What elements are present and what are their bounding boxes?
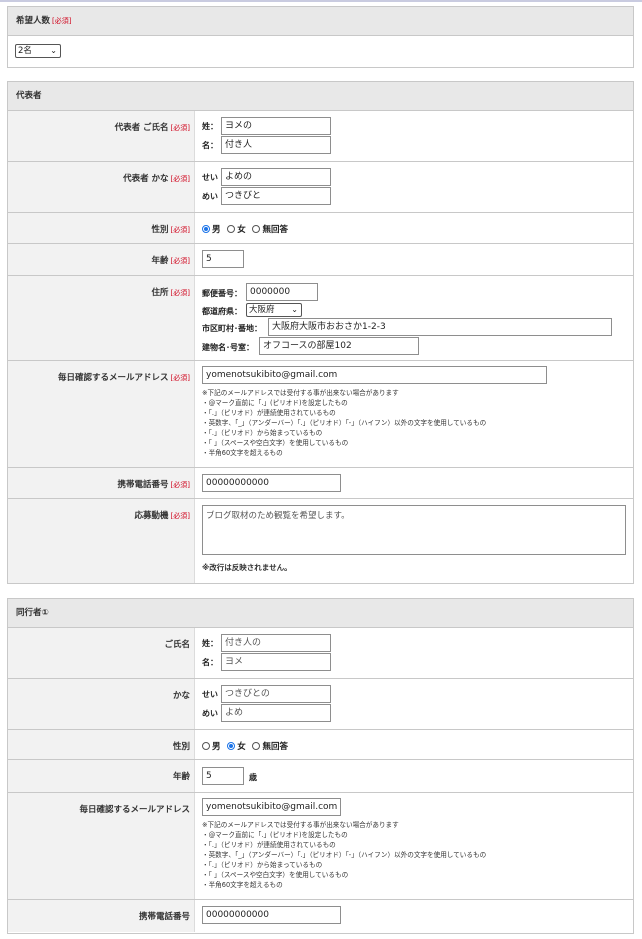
comp-age-label: 年齢 [8,760,195,792]
rep-gender-female-label: 女 [237,225,246,235]
companion-header: 同行者① [8,599,633,628]
rep-gender-none-radio[interactable] [252,225,261,233]
comp-kana-label: かな [8,679,195,729]
rep-motive-row: 応募動機 [必須] ブログ取材のため観覧を希望します。 ※改行は反映されません。 [8,499,633,583]
rep-age-row: 年齢 [必須] 5 [8,244,633,276]
rep-gender-radio-group: 男 女 無回答 [202,223,292,235]
rep-gender-row: 性別 [必須] 男 女 無回答 [8,213,633,244]
rep-gender-male-radio[interactable] [202,225,210,233]
rep-mei-input[interactable]: 付き人 [221,136,331,154]
comp-mei-label: 名： [202,658,218,667]
rep-motive-label: 応募動機 [必須] [8,499,195,583]
rep-phone-input[interactable]: 00000000000 [202,474,341,492]
comp-age-unit: 歳 [249,773,257,782]
guest-count-section: 希望人数 [必須] 2名 ⌄ [7,6,634,68]
rep-sei-input[interactable]: ヨメの [221,117,331,135]
rep-address-label: 住所 [必須] [8,276,195,360]
comp-kana-sei-label: せい [202,690,218,699]
comp-mei-input[interactable]: ヨメ [221,653,331,671]
zip-label: 郵便番号： [202,289,242,298]
rep-mei-label: 名： [202,141,218,150]
rep-email-row: 毎日確認するメールアドレス [必須] yomenotsukibito@gmail.… [8,361,633,468]
city-label: 市区町村･番地： [202,324,262,333]
top-border [0,0,642,2]
motive-textarea[interactable]: ブログ取材のため観覧を希望します。 [202,505,626,555]
comp-age-input[interactable]: 5 [202,767,244,785]
rep-kana-sei-label: せい [202,173,218,182]
comp-email-input[interactable]: yomenotsukibito@gmail.com [202,798,341,816]
comp-gender-female-radio[interactable] [227,742,236,750]
rep-gender-female-radio[interactable] [227,225,236,233]
comp-gender-label: 性別 [8,730,195,759]
representative-header: 代表者 [8,82,633,111]
comp-phone-label: 携帯電話番号 [8,900,195,932]
rep-phone-label: 携帯電話番号 [必須] [8,468,195,498]
comp-phone-input[interactable]: 00000000000 [202,906,341,924]
rep-kana-mei-label: めい [202,192,218,201]
comp-kana-mei-label: めい [202,709,218,718]
rep-age-input[interactable]: 5 [202,250,244,268]
rep-sei-label: 姓： [202,122,218,131]
comp-gender-none-label: 無回答 [262,742,288,752]
comp-gender-radio-group: 男 女 無回答 [202,740,292,752]
comp-email-notes: ※下記のメールアドレスでは受付する事が出来ない場合があります ・@マーク直前に「… [202,821,487,889]
guest-count-title: 希望人数 [16,16,51,26]
zip-input[interactable]: 0000000 [246,283,318,301]
rep-kana-mei-input[interactable]: つきびと [221,187,331,205]
comp-kana-sei-input[interactable]: つきびとの [221,685,331,703]
building-input[interactable]: オフコースの部屋102 [259,337,419,355]
comp-phone-row: 携帯電話番号 00000000000 [8,900,633,932]
building-label: 建物名･号室： [202,343,254,352]
prefecture-value: 大阪府 [249,305,275,315]
rep-age-label: 年齢 [必須] [8,244,195,275]
comp-name-row: ご氏名 姓： 付き人の 名： ヨメ [8,628,633,679]
city-input[interactable]: 大阪府大阪市おおさか1-2-3 [268,318,612,336]
rep-phone-row: 携帯電話番号 [必須] 00000000000 [8,468,633,499]
rep-email-notes: ※下記のメールアドレスでは受付する事が出来ない場合があります ・@マーク直前に「… [202,389,487,457]
comp-gender-female-label: 女 [237,742,246,752]
chevron-down-icon: ⌄ [50,46,57,55]
guest-count-select[interactable]: 2名 ⌄ [15,44,61,58]
comp-email-label: 毎日確認するメールアドレス [8,793,195,899]
rep-name-label: 代表者 ご氏名 [必須] [8,111,195,161]
required-badge: [必須] [52,17,72,25]
comp-kana-row: かな せい つきびとの めい よめ [8,679,633,730]
comp-gender-male-label: 男 [212,742,221,752]
rep-name-row: 代表者 ご氏名 [必須] 姓： ヨメの 名： 付き人 [8,111,633,162]
rep-gender-label: 性別 [必須] [8,213,195,243]
prefecture-select[interactable]: 大阪府 ⌄ [246,303,302,317]
comp-kana-mei-input[interactable]: よめ [221,704,331,722]
comp-name-label: ご氏名 [8,628,195,678]
companion-section: 同行者① ご氏名 姓： 付き人の 名： ヨメ かな せい つきびとの めい よめ… [7,598,634,934]
prefecture-label: 都道府県： [202,307,242,316]
rep-address-row: 住所 [必須] 郵便番号： 0000000 都道府県： 大阪府 ⌄ 市区町村･番地：… [8,276,633,361]
rep-kana-row: 代表者 かな [必須] せい よめの めい つきびと [8,162,633,213]
rep-email-input[interactable]: yomenotsukibito@gmail.com [202,366,547,384]
rep-kana-label: 代表者 かな [必須] [8,162,195,212]
rep-gender-male-label: 男 [212,225,221,235]
motive-note: ※改行は反映されません。 [202,563,292,572]
comp-sei-input[interactable]: 付き人の [221,634,331,652]
rep-kana-sei-input[interactable]: よめの [221,168,331,186]
representative-section: 代表者 代表者 ご氏名 [必須] 姓： ヨメの 名： 付き人 代表者 かな [必須]… [7,81,634,584]
comp-gender-male-radio[interactable] [202,742,210,750]
guest-count-header: 希望人数 [必須] [8,7,633,36]
guest-count-value: 2名 [18,46,32,56]
chevron-down-icon: ⌄ [291,305,298,314]
rep-email-label: 毎日確認するメールアドレス [必須] [8,361,195,467]
comp-gender-none-radio[interactable] [252,742,261,750]
comp-gender-row: 性別 男 女 無回答 [8,730,633,760]
comp-sei-label: 姓： [202,639,218,648]
comp-age-row: 年齢 5 歳 [8,760,633,793]
comp-email-row: 毎日確認するメールアドレス yomenotsukibito@gmail.com … [8,793,633,900]
rep-gender-none-label: 無回答 [262,225,288,235]
